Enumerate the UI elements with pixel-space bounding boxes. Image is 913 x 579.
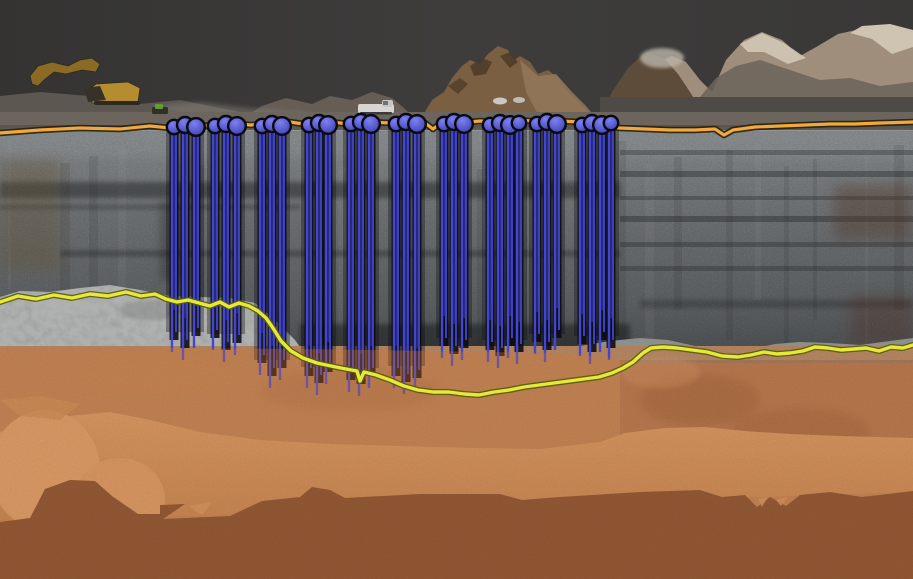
drillhole-cluster[interactable] bbox=[207, 128, 245, 362]
parked-vehicle bbox=[493, 98, 507, 105]
orange-overlay-region[interactable] bbox=[0, 347, 913, 579]
drillhole-collar-marker[interactable] bbox=[548, 115, 566, 133]
drillhole-collar-marker[interactable] bbox=[408, 115, 426, 133]
drillhole-collar-marker[interactable] bbox=[455, 115, 473, 133]
drillhole-cluster[interactable] bbox=[482, 127, 527, 368]
drillhole-collar-marker[interactable] bbox=[187, 118, 205, 136]
3d-viewport[interactable] bbox=[0, 0, 913, 579]
drillhole-cluster[interactable] bbox=[436, 126, 472, 366]
drillhole-cluster[interactable] bbox=[574, 127, 619, 364]
parked-vehicle bbox=[513, 97, 525, 103]
drillhole-collar-marker[interactable] bbox=[228, 117, 246, 135]
drillhole-cluster[interactable] bbox=[166, 129, 204, 360]
drillhole-cluster[interactable] bbox=[529, 126, 565, 362]
drillhole-collar-marker[interactable] bbox=[362, 115, 380, 133]
drillhole-collar-marker[interactable] bbox=[319, 116, 337, 134]
drillhole-collar-marker[interactable] bbox=[273, 117, 291, 135]
drillhole-collar-marker[interactable] bbox=[604, 116, 618, 130]
drillhole-collar-marker[interactable] bbox=[512, 116, 526, 130]
